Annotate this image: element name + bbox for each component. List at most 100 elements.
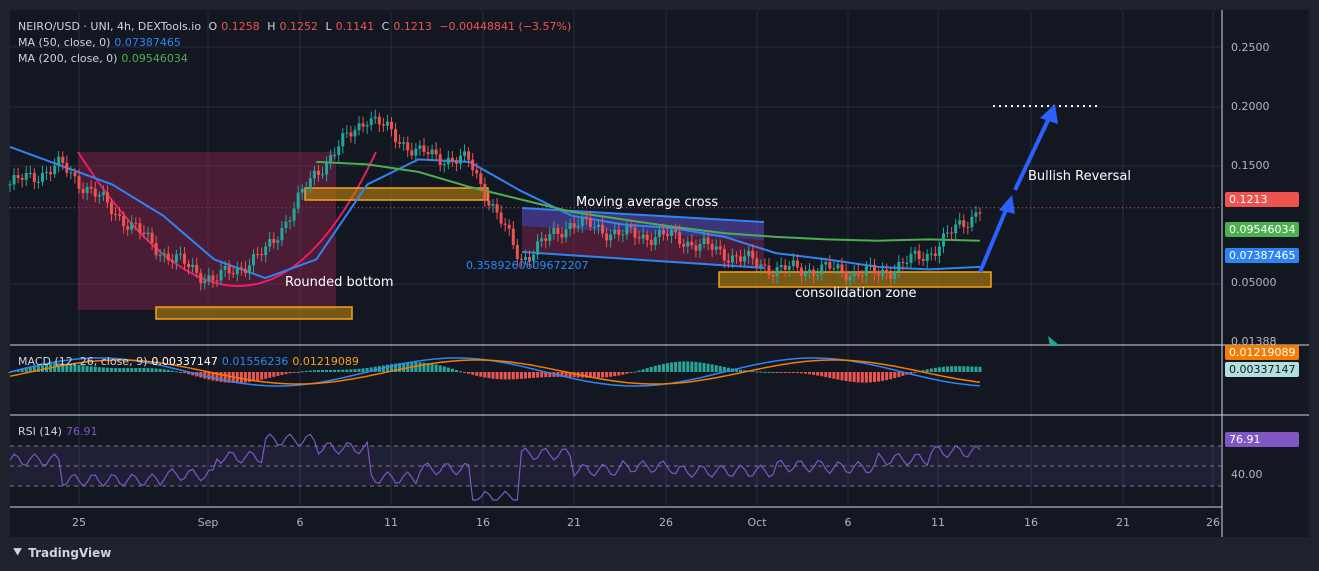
candle-body xyxy=(430,149,434,155)
channel-value-label: 0.3589260609672207 xyxy=(466,259,589,272)
macd-histogram-bar xyxy=(941,366,945,372)
candle-body xyxy=(65,162,69,173)
macd-histogram-bar xyxy=(897,372,901,378)
macd-histogram-bar xyxy=(771,371,775,373)
macd-histogram-bar xyxy=(812,372,816,375)
candle-body xyxy=(613,229,617,235)
candle-body xyxy=(929,253,933,255)
macd-signal-tag: 0.01219089 xyxy=(1225,345,1299,360)
candle-body xyxy=(503,223,507,225)
x-tick-label: 6 xyxy=(844,516,852,529)
candle-body xyxy=(787,265,791,270)
macd-histogram-bar xyxy=(523,372,527,379)
candle-body xyxy=(471,159,475,171)
candle-body xyxy=(901,261,905,263)
macd-histogram-bar xyxy=(207,372,211,380)
rsi-tag: 76.91 xyxy=(1225,432,1299,447)
candle-body xyxy=(325,162,329,175)
candle-body xyxy=(402,142,406,144)
candle-body xyxy=(227,265,231,274)
candle-body xyxy=(134,222,138,224)
candle-body xyxy=(434,149,438,155)
arrow-1-shaft xyxy=(978,204,1010,273)
candle-body xyxy=(495,204,499,213)
macd-histogram-bar xyxy=(519,372,523,379)
candle-body xyxy=(69,172,73,174)
ma50-value: 0.07387465 xyxy=(114,36,181,49)
candle-body xyxy=(674,229,678,233)
candle-body xyxy=(743,256,747,262)
macd-histogram-bar xyxy=(174,371,178,373)
macd-histogram-bar xyxy=(832,372,836,379)
candle-body xyxy=(844,271,848,281)
macd-histogram-bar xyxy=(605,372,609,378)
candle-body xyxy=(962,220,966,227)
candle-body xyxy=(767,265,771,276)
candle-body xyxy=(978,212,982,214)
candle-body xyxy=(682,244,686,247)
macd-histogram-bar xyxy=(787,372,791,373)
candle-body xyxy=(584,216,588,219)
candle-body xyxy=(755,258,759,267)
x-tick-label: 26 xyxy=(659,516,673,529)
candle-body xyxy=(592,226,596,228)
candle-body xyxy=(686,241,690,247)
candle-body xyxy=(174,254,178,263)
macd-histogram-bar xyxy=(601,372,605,378)
candle-body xyxy=(637,237,641,239)
close-value: 0.1213 xyxy=(393,20,432,33)
arrow-1-head xyxy=(999,195,1015,214)
candle-body xyxy=(53,165,57,175)
macd-histogram-bar xyxy=(438,365,442,372)
macd-histogram-bar xyxy=(816,372,820,376)
candle-body xyxy=(162,253,166,256)
candle-body xyxy=(300,188,304,193)
macd-histogram-bar xyxy=(649,366,653,372)
x-tick-label: 11 xyxy=(384,516,398,529)
macd-histogram-bar xyxy=(292,372,296,373)
tradingview-logo[interactable]: ⯆ TradingView xyxy=(12,545,111,561)
candle-body xyxy=(893,271,897,279)
candle-body xyxy=(32,173,36,182)
candle-body xyxy=(937,246,941,256)
macd-histogram-bar xyxy=(755,371,759,373)
chart-svg[interactable] xyxy=(0,0,1319,571)
candle-body xyxy=(617,229,621,235)
macd-histogram-bar xyxy=(889,372,893,380)
macd-histogram-bar xyxy=(495,372,499,380)
candle-body xyxy=(694,245,698,251)
candle-body xyxy=(950,232,954,234)
candle-body xyxy=(641,234,645,239)
candle-body xyxy=(868,264,872,267)
macd-histogram-bar xyxy=(609,372,613,377)
candle-body xyxy=(296,192,300,209)
candle-body xyxy=(187,263,191,268)
candle-body xyxy=(921,259,925,261)
close-label: C xyxy=(381,20,390,33)
macd-histogram-bar xyxy=(276,372,280,376)
candle-body xyxy=(16,175,20,178)
candle-body xyxy=(734,255,738,257)
candle-body xyxy=(138,223,142,233)
macd-histogram-bar xyxy=(540,372,544,378)
candle-body xyxy=(824,261,828,265)
candle-body xyxy=(256,253,260,255)
macd-histogram-bar xyxy=(264,372,268,379)
candle-body xyxy=(410,150,414,156)
macd-histogram-bar xyxy=(260,372,264,380)
macd-histogram-bar xyxy=(840,372,844,381)
candle-body xyxy=(154,242,158,256)
candle-body xyxy=(381,124,385,126)
candle-body xyxy=(840,264,844,272)
candle-body xyxy=(629,226,633,228)
candle-body xyxy=(783,265,787,270)
candle-body xyxy=(491,204,495,206)
candle-body xyxy=(852,271,856,277)
candle-body xyxy=(85,186,89,193)
candle-body xyxy=(57,156,61,166)
candle-body xyxy=(142,232,146,235)
macd-histogram-bar xyxy=(300,371,304,373)
macd-histogram-bar xyxy=(178,372,182,373)
candle-body xyxy=(231,273,235,275)
candle-body xyxy=(150,232,154,243)
